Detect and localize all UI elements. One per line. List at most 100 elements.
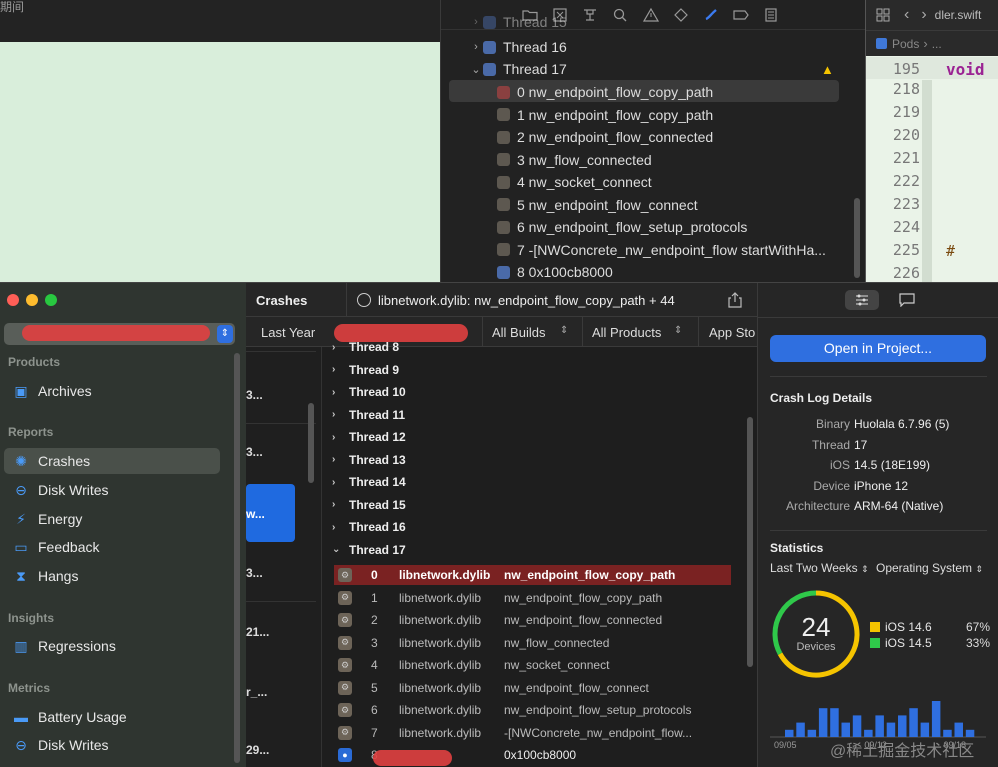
line-number: 226 — [892, 264, 920, 282]
sidebar-item-battery-usage[interactable]: ▬ Battery Usage — [4, 704, 220, 730]
thread-row[interactable]: › Thread 15 — [332, 498, 406, 512]
chevron-right-icon: › — [474, 41, 478, 54]
stack-frame-row[interactable]: ⚙ 1 libnetwork.dylib nw_endpoint_flow_copy_… — [334, 588, 731, 608]
minimize-window-button[interactable] — [26, 294, 38, 306]
sidebar-scrollbar[interactable] — [234, 353, 240, 763]
stack-frame-row[interactable]: ⚙ 2 libnetwork.dylib nw_endpoint_flow_conne… — [334, 610, 731, 630]
close-window-button[interactable] — [7, 294, 19, 306]
thread-row-expanded[interactable]: ⌄ Thread 17 — [332, 543, 406, 557]
editor-tab[interactable]: dler.swift — [935, 8, 982, 22]
sidebar-item-hangs[interactable]: ⧗ Hangs — [4, 563, 220, 589]
crash-list-scrollbar[interactable] — [308, 403, 314, 483]
divider — [346, 283, 347, 317]
sidebar-item-regressions[interactable]: ▥ Regressions — [4, 633, 220, 659]
thread-row[interactable]: › Thread 12 — [332, 430, 406, 444]
sidebar-item-crashes[interactable]: ✺ Crashes — [4, 448, 220, 474]
detail-row: Thread 17 — [770, 438, 990, 452]
debug-navigator: › Thread 15 › Thread 16 ⌄ Thread 17 ▲ 0 … — [440, 0, 866, 284]
crash-list-item[interactable]: r_... — [246, 685, 316, 699]
nav-frame-row[interactable]: 7 -[NWConcrete_nw_endpoint_flow startWit… — [441, 239, 851, 262]
code-keyword: void — [946, 60, 985, 79]
zoom-window-button[interactable] — [45, 294, 57, 306]
nav-frame-row[interactable]: 6 nw_endpoint_flow_setup_protocols — [441, 216, 851, 239]
crash-list-item[interactable]: 3... — [246, 566, 316, 580]
thread-row[interactable]: › Thread 10 — [332, 385, 406, 399]
nav-frame-row[interactable]: 2 nw_endpoint_flow_connected — [441, 126, 851, 149]
thread-icon — [483, 15, 496, 29]
gear-icon: ⚙ — [338, 680, 352, 695]
stack-frame-row[interactable]: ⚙ 0 libnetwork.dylib nw_endpoint_flow_copy_… — [334, 565, 731, 585]
breadcrumb-item[interactable]: Pods — [892, 37, 919, 51]
warning-icon: ▲ — [821, 61, 834, 77]
sidebar-item-archives[interactable]: ▣ Archives — [4, 378, 220, 404]
thread-row[interactable]: › Thread 13 — [332, 453, 406, 467]
navigator-scrollbar[interactable] — [854, 198, 860, 278]
nav-frame-row[interactable]: 1 nw_endpoint_flow_copy_path — [441, 104, 851, 127]
store-filter[interactable]: App Sto — [709, 325, 755, 340]
back-icon[interactable]: ‹ — [904, 6, 909, 24]
nav-thread-row[interactable]: ⌄ Thread 17 ▲ — [441, 58, 851, 81]
sidebar: ⇕ Products ▣ Archives Reports ✺ Crashes ⊖ D… — [0, 283, 246, 767]
inspector-tab-details[interactable] — [845, 290, 879, 310]
thread-row[interactable]: › Thread 8 — [332, 340, 399, 354]
detail-key: Architecture — [785, 499, 850, 513]
stack-frame-row[interactable]: ⚙ 4 libnetwork.dylib nw_socket_connect — [334, 655, 731, 675]
share-icon[interactable] — [728, 292, 742, 308]
builds-filter[interactable]: All Builds — [492, 325, 545, 340]
nav-frame-row[interactable]: 4 nw_socket_connect — [441, 171, 851, 194]
chart-bar — [909, 708, 918, 737]
thread-row[interactable]: › Thread 9 — [332, 363, 399, 377]
project-icon — [876, 38, 887, 49]
frame-index: 6 — [371, 703, 378, 717]
stack-frame-row[interactable]: ⚙ 5 libnetwork.dylib nw_endpoint_flow_conne… — [334, 678, 731, 698]
nav-frame-row[interactable]: 5 nw_endpoint_flow_connect — [441, 194, 851, 217]
detail-value: 17 — [854, 437, 868, 452]
thread-list-scrollbar[interactable] — [747, 417, 753, 667]
gear-icon: ⚙ — [338, 658, 352, 672]
chevron-right-icon: › — [923, 36, 928, 51]
sidebar-item-label: Feedback — [38, 539, 100, 555]
nav-frame-row[interactable]: 0 nw_endpoint_flow_copy_path — [441, 81, 851, 104]
crash-list-item[interactable]: 29... — [246, 743, 316, 757]
nav-thread-row[interactable]: › Thread 16 — [441, 36, 851, 59]
editor-tab-bar: ‹ › dler.swift — [866, 0, 998, 30]
stats-group-select[interactable]: Operating System ⇕ — [876, 561, 983, 575]
system-frame-icon — [497, 175, 510, 189]
system-frame-icon — [497, 130, 510, 144]
sidebar-item-energy[interactable]: ⚡ Energy — [4, 506, 220, 532]
breadcrumb-item[interactable]: ... — [932, 37, 942, 51]
products-filter[interactable]: All Products — [592, 325, 661, 340]
chart-bar — [931, 701, 941, 737]
sidebar-item-disk-writes[interactable]: ⊖ Disk Writes — [4, 477, 220, 503]
sidebar-item-feedback[interactable]: ▭ Feedback — [4, 534, 220, 560]
thread-icon — [483, 40, 496, 54]
thread-row[interactable]: › Thread 11 — [332, 408, 405, 422]
open-in-project-button[interactable]: Open in Project... — [770, 335, 986, 362]
crash-list-item[interactable]: w... — [246, 507, 316, 521]
stack-frame-row[interactable]: ⚙ 7 libnetwork.dylib -[NWConcrete_nw_endpoi… — [334, 723, 731, 743]
stack-frame-row[interactable]: ⚙ 3 libnetwork.dylib nw_flow_connected — [334, 633, 731, 653]
stack-frame-row[interactable]: ⚙ 6 libnetwork.dylib nw_endpoint_flow_setup… — [334, 700, 731, 720]
nav-frame-row[interactable]: 3 nw_flow_connected — [441, 149, 851, 172]
crash-list-item[interactable]: 21... — [246, 625, 316, 639]
sidebar-item-disk-writes-metric[interactable]: ⊖ Disk Writes — [4, 732, 220, 758]
nav-frame-row[interactable]: 8 0x100cb8000 — [441, 261, 851, 284]
forward-icon[interactable]: › — [921, 6, 926, 24]
stats-period-select[interactable]: Last Two Weeks ⇕ — [770, 561, 869, 575]
grid-icon[interactable] — [876, 8, 890, 22]
archive-icon: ▣ — [14, 382, 28, 399]
line-number: 218 — [892, 80, 920, 98]
nav-thread-row[interactable]: › Thread 15 — [441, 14, 851, 30]
period-filter[interactable]: Last Year — [261, 325, 315, 340]
crash-list-item[interactable]: 3... — [246, 445, 316, 459]
thread-row[interactable]: › Thread 14 — [332, 475, 406, 489]
feedback-icon[interactable] — [899, 293, 915, 307]
thread-row[interactable]: › Thread 16 — [332, 520, 406, 534]
divider — [246, 601, 316, 602]
detail-value: Huolala 6.7.96 (5) — [854, 417, 950, 431]
page-title: Crashes — [256, 293, 308, 308]
crash-list-item[interactable]: 3... — [246, 388, 316, 402]
user-icon: ● — [338, 748, 352, 762]
content-header: Crashes libnetwork.dylib: nw_endpoint_fl… — [246, 283, 757, 317]
gear-icon: ⚙ — [338, 568, 352, 582]
